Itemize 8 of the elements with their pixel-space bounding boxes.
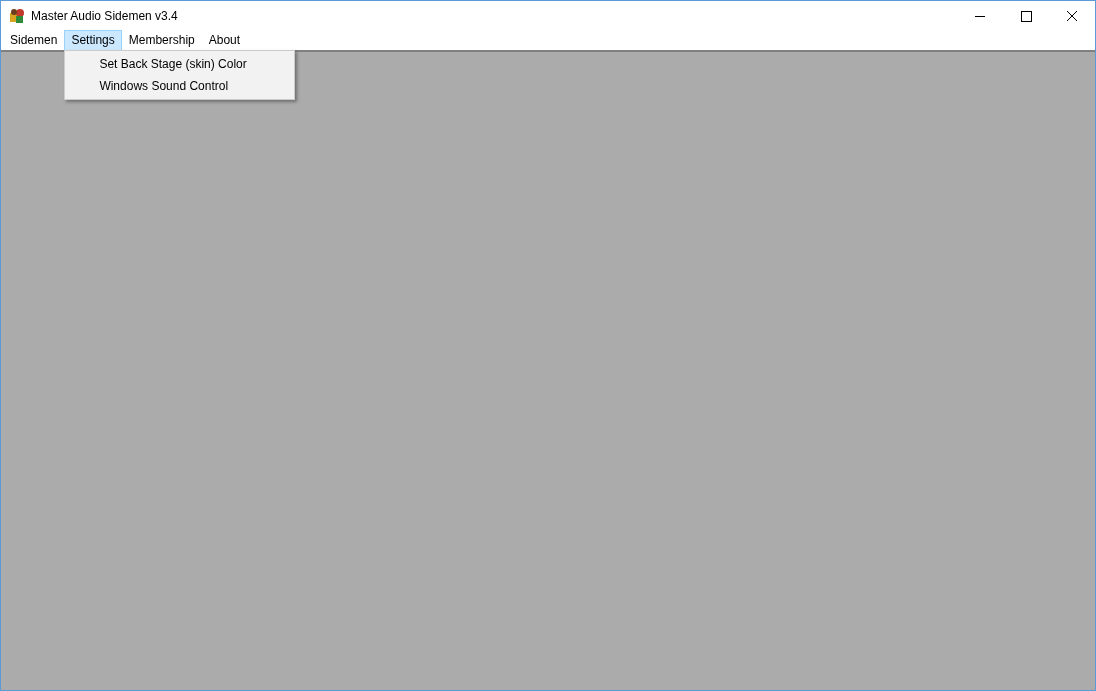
- menu-option[interactable]: Windows Sound Control: [65, 74, 295, 97]
- menu-option[interactable]: Set Back Stage (skin) Color: [65, 52, 295, 75]
- menu-item[interactable]: Membership: [121, 29, 202, 51]
- window-title: Master Audio Sidemen v3.4: [31, 8, 178, 23]
- menu-item[interactable]: Settings: [64, 29, 122, 51]
- app-icon: [9, 7, 25, 24]
- menu-item[interactable]: About: [201, 29, 248, 51]
- menu-item[interactable]: Sidemen: [3, 29, 65, 51]
